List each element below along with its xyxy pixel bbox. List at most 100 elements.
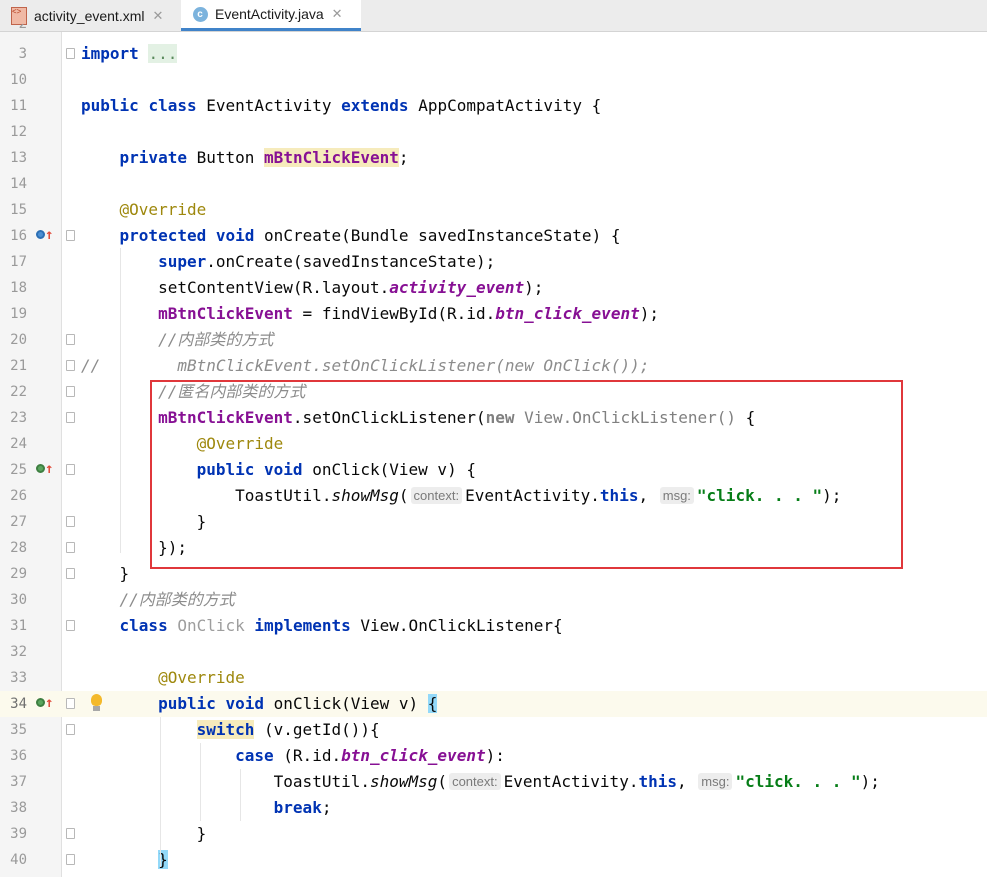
code-line: 32	[0, 639, 987, 665]
fold-icon[interactable]	[66, 542, 75, 553]
keyword: break	[273, 798, 322, 817]
code-line: 11 public class EventActivity extends Ap…	[0, 93, 987, 119]
line-number: 13	[10, 150, 27, 166]
fold-icon[interactable]	[66, 464, 75, 475]
fold-icon[interactable]	[66, 412, 75, 423]
keyword: this	[638, 772, 677, 791]
comment: // mBtnClickEvent.setOnClickListener(new…	[81, 356, 650, 375]
comment: //内部类的方式	[158, 330, 274, 349]
line-number: 11	[10, 98, 27, 114]
line-number: 30	[10, 592, 27, 608]
keyword: import	[81, 44, 139, 63]
code-text: );	[639, 304, 659, 323]
code-text: );	[860, 772, 880, 791]
line-number: 22	[10, 384, 27, 400]
line-number: 3	[18, 46, 27, 62]
fold-icon[interactable]	[66, 854, 75, 865]
close-icon[interactable]: ✕	[332, 6, 343, 22]
fold-icon[interactable]	[66, 828, 75, 839]
implements-method-icon[interactable]	[36, 464, 45, 473]
code-line: 35 switch (v.getId()){	[0, 717, 987, 743]
keyword-highlighted: switch	[196, 720, 255, 739]
fold-icon[interactable]	[66, 568, 75, 579]
fold-icon[interactable]	[66, 698, 75, 709]
line-number: 10	[10, 72, 27, 88]
overrides-method-icon[interactable]	[36, 230, 45, 239]
code-line: 19 mBtnClickEvent = findViewById(R.id.bt…	[0, 301, 987, 327]
indent-guide	[200, 743, 201, 821]
line-number: 25	[10, 462, 27, 478]
fold-icon[interactable]	[66, 230, 75, 241]
keyword: public	[158, 694, 216, 713]
code-line: 33 @Override	[0, 665, 987, 691]
tab-label: activity_event.xml	[34, 7, 145, 24]
code-text: ToastUtil.	[273, 772, 370, 791]
annotation: @Override	[158, 668, 245, 687]
static-field: btn_click_event	[495, 304, 640, 323]
static-field: activity_event	[389, 278, 525, 297]
java-class-icon: c	[191, 5, 209, 23]
indent-guide	[160, 717, 161, 867]
code-text: .onCreate(savedInstanceState);	[206, 252, 496, 271]
code-text: (R.id.	[273, 746, 342, 765]
indent-guide	[120, 248, 121, 553]
up-arrow-icon[interactable]: ↑	[45, 693, 53, 713]
fold-icon[interactable]	[66, 516, 75, 527]
line-number: 40	[10, 852, 27, 868]
folded-imports[interactable]: ...	[148, 44, 178, 63]
keyword: public	[81, 96, 139, 115]
line-number: 32	[10, 644, 27, 660]
code-line: 39 }	[0, 821, 987, 847]
code-line: 16 ↑ protected void onCreate(Bundle save…	[0, 223, 987, 249]
class-name-unused: OnClick	[177, 616, 245, 635]
code-line: 13 private Button mBtnClickEvent;	[0, 145, 987, 171]
fold-icon[interactable]	[66, 386, 75, 397]
code-line: 21 // mBtnClickEvent.setOnClickListener(…	[0, 353, 987, 379]
matched-brace: {	[427, 694, 438, 713]
fold-icon[interactable]	[66, 360, 75, 371]
code-line: 17 super.onCreate(savedInstanceState);	[0, 249, 987, 275]
fold-icon[interactable]	[66, 620, 75, 631]
fold-icon[interactable]	[66, 334, 75, 345]
line-number: 26	[10, 488, 27, 504]
line-number: 21	[10, 358, 27, 374]
line-number: 24	[10, 436, 27, 452]
code-line: 20 //内部类的方式	[0, 327, 987, 353]
code-text: ;	[398, 148, 409, 167]
line-number: 31	[10, 618, 27, 634]
code-line: 40 }	[0, 847, 987, 873]
code-text: ;	[321, 798, 332, 817]
code-text: onCreate(Bundle savedInstanceState) {	[264, 226, 621, 245]
code-text: (	[437, 772, 448, 791]
line-number: 33	[10, 670, 27, 686]
xml-file-icon: <>	[10, 6, 28, 25]
static-field: btn_click_event	[341, 746, 486, 765]
line-number: 20	[10, 332, 27, 348]
code-text: View.OnClickListener{	[360, 616, 563, 635]
code-text: ,	[676, 772, 687, 791]
line-number: 36	[10, 748, 27, 764]
keyword: implements	[254, 616, 351, 635]
implements-method-icon[interactable]	[36, 698, 45, 707]
code-line: 14	[0, 171, 987, 197]
code-line: 3 import ...	[0, 41, 987, 67]
code-line: 31 class OnClick implements View.OnClick…	[0, 613, 987, 639]
code-line: 12	[0, 119, 987, 145]
keyword: extends	[341, 96, 409, 115]
keyword: class	[119, 616, 168, 635]
line-number: 29	[10, 566, 27, 582]
fold-icon[interactable]	[66, 724, 75, 735]
keyword: private	[119, 148, 187, 167]
up-arrow-icon[interactable]: ↑	[45, 459, 53, 479]
line-number: 18	[10, 280, 27, 296]
close-icon[interactable]: ✕	[152, 8, 163, 24]
fold-icon[interactable]	[66, 48, 75, 59]
code-text: AppCompatActivity {	[418, 96, 602, 115]
code-text: = findViewById(R.id.	[292, 304, 496, 323]
keyword: void	[215, 226, 255, 245]
code-text: ):	[485, 746, 505, 765]
line-number: 12	[10, 124, 27, 140]
field-name: mBtnClickEvent	[158, 304, 293, 323]
up-arrow-icon[interactable]: ↑	[45, 225, 53, 245]
line-number: 39	[10, 826, 27, 842]
